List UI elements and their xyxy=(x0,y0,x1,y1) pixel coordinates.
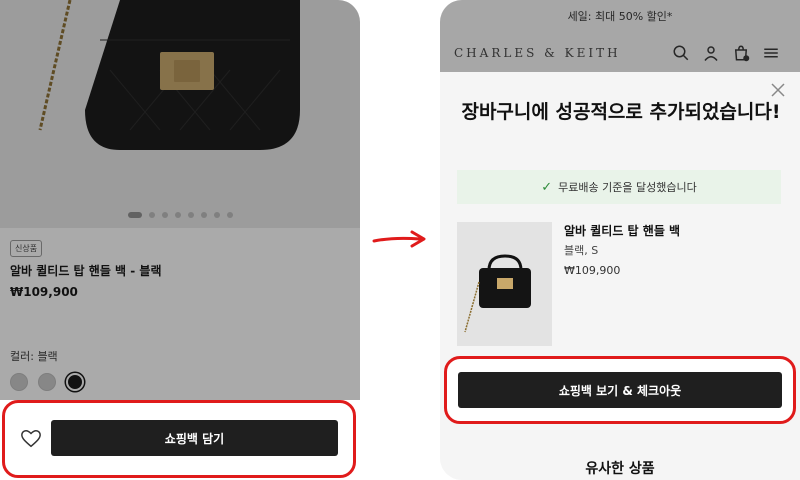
heart-icon[interactable] xyxy=(20,428,42,450)
carousel-dot[interactable] xyxy=(200,212,207,218)
free-shipping-text: 무료배송 기준을 달성했습니다 xyxy=(558,181,697,194)
color-swatches xyxy=(10,373,84,391)
carousel-dot[interactable] xyxy=(174,212,181,218)
product-thumbnail[interactable] xyxy=(457,222,552,346)
product-image[interactable] xyxy=(0,0,360,228)
free-shipping-notice: ✓ 무료배송 기준을 달성했습니다 xyxy=(457,170,781,204)
color-swatch-selected[interactable] xyxy=(66,373,84,391)
product-price: ₩109,900 xyxy=(10,285,78,299)
carousel-dot[interactable] xyxy=(226,212,233,218)
carousel-dot[interactable] xyxy=(127,212,142,218)
carousel-dot[interactable] xyxy=(161,212,168,218)
modal-product-name[interactable]: 알바 퀼티드 탑 핸들 백 xyxy=(564,222,680,239)
carousel-dot[interactable] xyxy=(148,212,155,218)
view-bag-checkout-button[interactable]: 쇼핑백 보기 & 체크아웃 xyxy=(458,372,782,408)
modal-title: 장바구니에 성공적으로 추가되었습니다! xyxy=(461,101,781,123)
carousel-dots xyxy=(0,212,360,218)
bag-thumbnail-illustration xyxy=(464,254,531,333)
add-to-bag-button[interactable]: 쇼핑백 담기 xyxy=(51,420,338,456)
dim-overlay xyxy=(440,0,800,72)
bag-illustration xyxy=(38,0,300,150)
cart-confirmation-screen: 세일: 최대 50% 할인* CHARLES & KEITH 장바구니에 성공적… xyxy=(440,0,800,480)
color-label: 컬러: 블랙 xyxy=(10,350,58,363)
similar-products-heading: 유사한 상품 xyxy=(585,461,655,477)
product-title: 알바 퀼티드 탑 핸들 백 - 블랙 xyxy=(10,264,162,278)
modal-product-price: ₩109,900 xyxy=(564,264,621,277)
arrow-right-icon xyxy=(372,230,426,248)
carousel-dot[interactable] xyxy=(213,212,220,218)
new-badge: 신상품 xyxy=(10,240,43,257)
product-page-screen: 신상품 알바 퀼티드 탑 핸들 백 - 블랙 ₩109,900 컬러: 블랙 쇼… xyxy=(0,0,360,480)
color-swatch[interactable] xyxy=(10,373,28,391)
modal-product-variant: 블랙, S xyxy=(564,244,599,257)
carousel-dot[interactable] xyxy=(187,212,194,218)
check-icon: ✓ xyxy=(541,179,553,195)
color-swatch[interactable] xyxy=(38,373,56,391)
added-to-cart-modal: 장바구니에 성공적으로 추가되었습니다! ✓ 무료배송 기준을 달성했습니다 알… xyxy=(440,72,800,480)
